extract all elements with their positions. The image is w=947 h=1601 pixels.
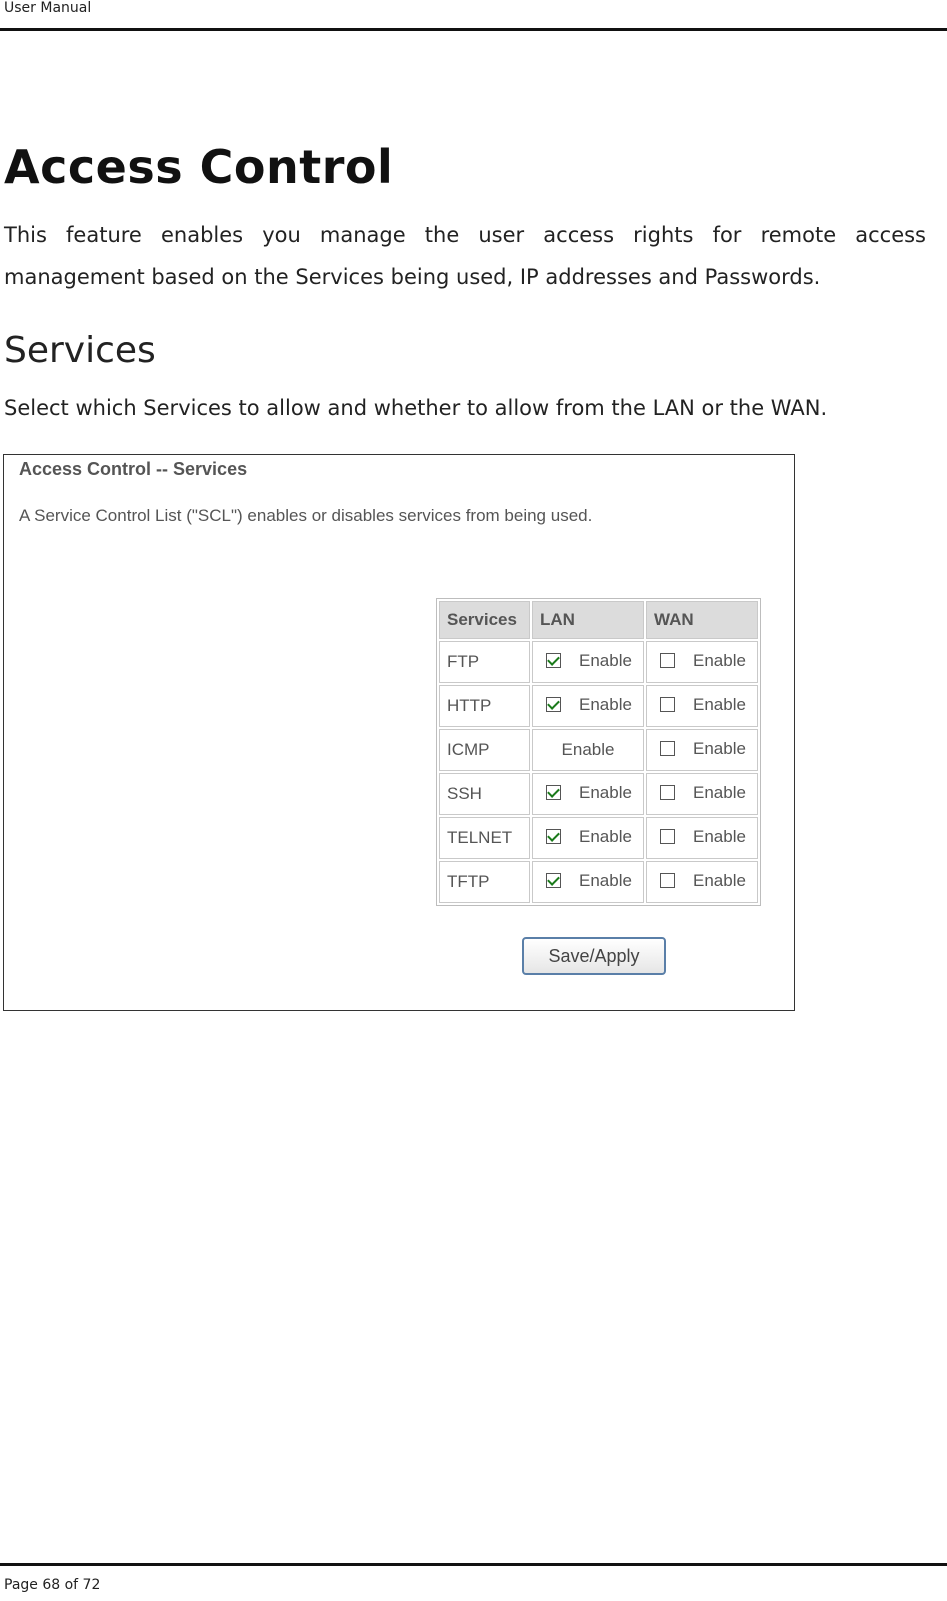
service-name: ICMP xyxy=(439,729,530,771)
wan-enable-checkbox[interactable] xyxy=(660,653,675,669)
wan-enable-checkbox[interactable] xyxy=(660,829,675,845)
wan-enable-option: Enable xyxy=(654,695,746,715)
lan-enable-option: Enable xyxy=(540,651,632,671)
intro-paragraph: This feature enables you manage the user… xyxy=(4,223,926,289)
wan-enable-checkbox[interactable] xyxy=(660,873,675,889)
wan-cell: Enable xyxy=(646,817,758,859)
service-name: TELNET xyxy=(439,817,530,859)
service-name: TFTP xyxy=(439,861,530,903)
wan-enable-option: Enable xyxy=(654,739,746,759)
service-name: FTP xyxy=(439,641,530,683)
lan-enable-checkbox[interactable] xyxy=(546,829,561,845)
service-control-table: Services LAN WAN FTP Enable Enable HTTP Enab… xyxy=(436,598,761,906)
lan-enable-label: Enable xyxy=(579,782,632,802)
lan-enable-label: Enable xyxy=(579,870,632,890)
wan-cell: Enable xyxy=(646,773,758,815)
table-row: TELNET Enable Enable xyxy=(439,817,758,859)
wan-enable-checkbox[interactable] xyxy=(660,697,675,713)
lan-cell: Enable xyxy=(532,817,644,859)
page-number: Page 68 of 72 xyxy=(4,1577,101,1593)
lan-enable-label: Enable xyxy=(579,694,632,714)
lan-enable-label: Enable xyxy=(579,650,632,670)
section-description: Select which Services to allow and wheth… xyxy=(4,396,828,420)
table-row: HTTP Enable Enable xyxy=(439,685,758,727)
wan-enable-label: Enable xyxy=(693,870,746,890)
table-row: ICMP Enable Enable xyxy=(439,729,758,771)
table-row: FTP Enable Enable xyxy=(439,641,758,683)
lan-enable-label: Enable xyxy=(579,826,632,846)
lan-enable-checkbox[interactable] xyxy=(546,653,561,669)
lan-enable-label: Enable xyxy=(561,740,615,759)
table-row: SSH Enable Enable xyxy=(439,773,758,815)
header-wan: WAN xyxy=(646,601,758,639)
lan-cell: Enable xyxy=(532,685,644,727)
wan-enable-label: Enable xyxy=(693,826,746,846)
lan-enable-option: Enable xyxy=(540,695,632,715)
wan-enable-option: Enable xyxy=(654,783,746,803)
lan-cell: Enable xyxy=(532,861,644,903)
header-lan: LAN xyxy=(532,601,644,639)
wan-enable-checkbox[interactable] xyxy=(660,741,675,757)
wan-enable-label: Enable xyxy=(693,650,746,670)
screenshot-description: A Service Control List ("SCL") enables o… xyxy=(19,506,593,525)
header-services: Services xyxy=(439,601,530,639)
service-name: HTTP xyxy=(439,685,530,727)
lan-enable-checkbox[interactable] xyxy=(546,873,561,889)
wan-enable-label: Enable xyxy=(693,782,746,802)
footer-divider xyxy=(0,1563,947,1566)
page-title: Access Control xyxy=(4,140,394,194)
lan-enable-checkbox[interactable] xyxy=(546,697,561,713)
screenshot-title: Access Control -- Services xyxy=(19,459,248,479)
lan-enable-option: Enable xyxy=(540,871,632,891)
wan-enable-label: Enable xyxy=(693,694,746,714)
lan-cell: Enable xyxy=(532,729,644,771)
wan-enable-option: Enable xyxy=(654,827,746,847)
service-name: SSH xyxy=(439,773,530,815)
running-header: User Manual xyxy=(4,0,92,16)
save-apply-button[interactable]: Save/Apply xyxy=(522,937,666,975)
wan-enable-checkbox[interactable] xyxy=(660,785,675,801)
access-control-screenshot: Access Control -- Services A Service Con… xyxy=(3,454,795,1011)
wan-cell: Enable xyxy=(646,861,758,903)
section-title: Services xyxy=(4,330,156,371)
wan-cell: Enable xyxy=(646,641,758,683)
lan-enable-option: Enable xyxy=(540,783,632,803)
wan-cell: Enable xyxy=(646,685,758,727)
lan-enable-option: Enable xyxy=(540,827,632,847)
table-row: TFTP Enable Enable xyxy=(439,861,758,903)
wan-enable-option: Enable xyxy=(654,871,746,891)
wan-enable-option: Enable xyxy=(654,651,746,671)
lan-enable-checkbox[interactable] xyxy=(546,785,561,801)
table-header-row: Services LAN WAN xyxy=(439,601,758,639)
header-divider xyxy=(0,28,947,31)
lan-cell: Enable xyxy=(532,641,644,683)
wan-cell: Enable xyxy=(646,729,758,771)
lan-cell: Enable xyxy=(532,773,644,815)
wan-enable-label: Enable xyxy=(693,738,746,758)
